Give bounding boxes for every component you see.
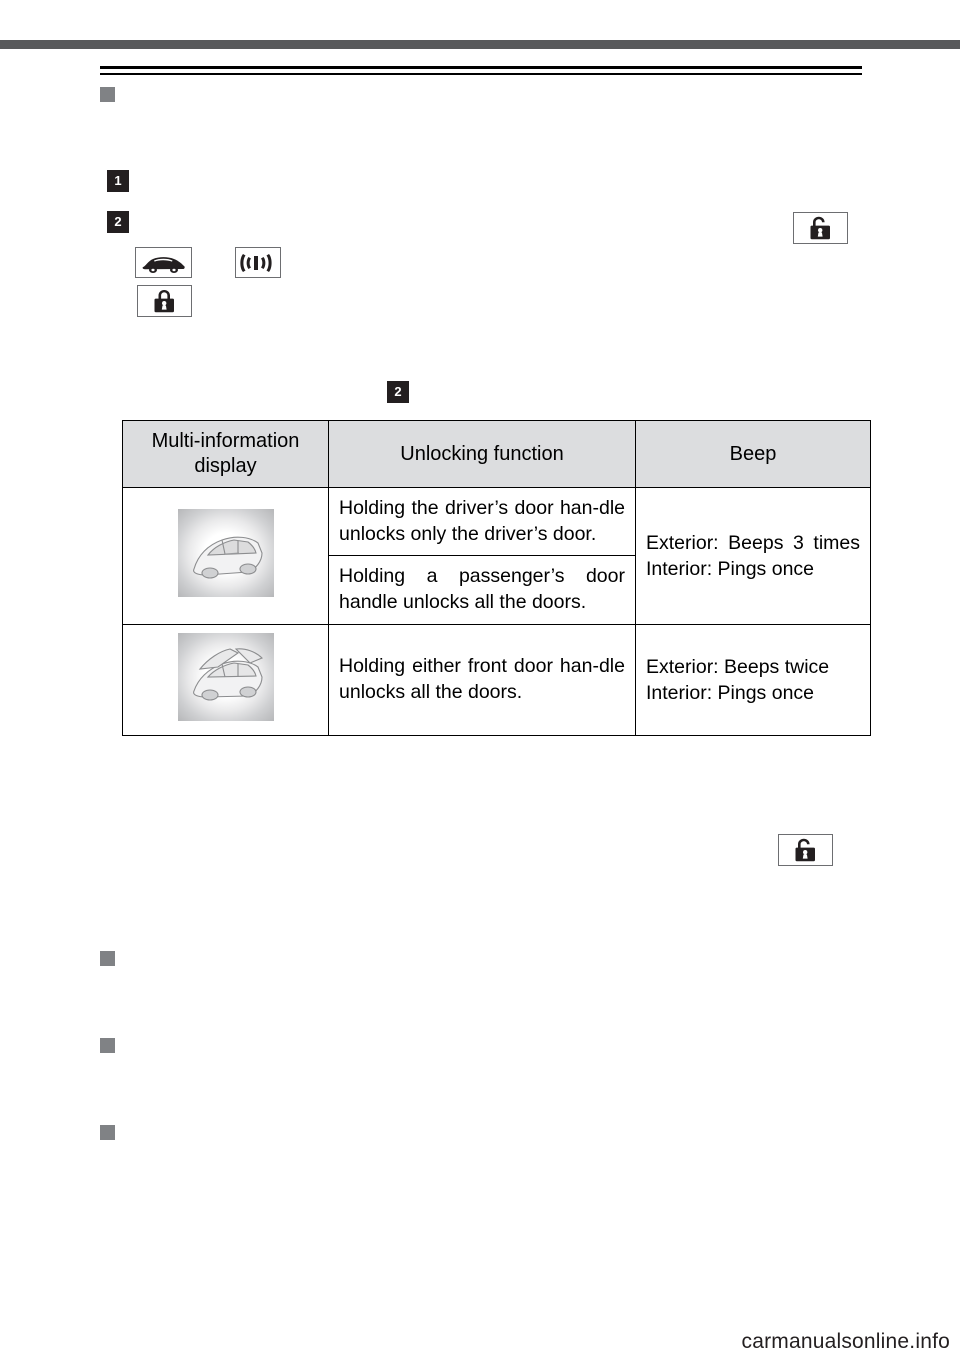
beep-interior-row-2: Interior: Pings once: [646, 681, 815, 704]
column-header-unlocking-function: Unlocking function: [328, 420, 636, 488]
section-bullet-3: [100, 1038, 115, 1053]
unlocking-function-table: Multi-information display Unlocking func…: [122, 420, 871, 736]
section-bullet-1: [100, 87, 115, 102]
footer-watermark: carmanualsonline.info: [741, 1330, 950, 1353]
vehicle-driver-side-illustration: [177, 508, 274, 597]
car-icon: [135, 247, 192, 278]
unlock-icon: [793, 212, 848, 244]
lock-icon: [137, 285, 192, 317]
unlocking-function-front-door: Holding either front door han-dle unlock…: [328, 623, 636, 736]
beep-description-row-2: Exterior: Beeps twice Interior: Pings on…: [635, 623, 871, 736]
table-header-row: Multi-information display Unlocking func…: [122, 420, 871, 488]
display-illustration-driver: [122, 487, 329, 625]
beep-exterior-row-1: Exterior: Beeps 3 times: [646, 531, 860, 554]
section-bullet-2: [100, 951, 115, 966]
header-rule-bottom: [100, 73, 862, 75]
beep-exterior-row-2: Exterior: Beeps twice: [646, 655, 830, 678]
table-row: Holding the driver’s door han-dle unlock…: [122, 486, 871, 625]
column-header-display: Multi-information display: [122, 420, 329, 488]
header-rule-top: [100, 66, 862, 69]
table-row: Holding either front door han-dle unlock…: [122, 623, 871, 736]
section-bullet-4: [100, 1125, 115, 1140]
step-badge-2: 2: [107, 211, 129, 233]
header-bar: [0, 40, 960, 49]
column-header-beep: Beep: [635, 420, 871, 488]
vehicle-all-doors-illustration: [177, 632, 274, 721]
display-illustration-all-doors: [122, 623, 329, 736]
beep-interior-row-1: Interior: Pings once: [646, 557, 815, 580]
unlock-icon-secondary: [778, 834, 833, 866]
beep-description-row-1: Exterior: Beeps 3 times Interior: Pings …: [635, 487, 871, 625]
unlocking-function-driver-door: Holding the driver’s door han-dle unlock…: [328, 486, 636, 557]
step-badge-1: 1: [107, 170, 129, 192]
step-badge-2-reference: 2: [387, 381, 409, 403]
signal-wave-icon: [235, 247, 281, 278]
unlocking-function-passenger-door: Holding a passenger’s door handle unlock…: [328, 555, 636, 625]
manual-page: 1 2 2 Multi-information display Unlockin…: [0, 0, 960, 1360]
